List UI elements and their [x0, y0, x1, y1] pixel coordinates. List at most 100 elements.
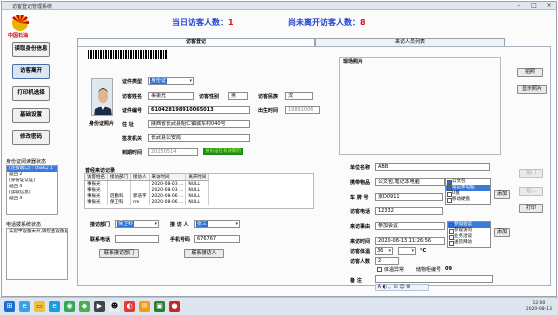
reception-mobile-field[interactable]: 676767 — [194, 235, 240, 243]
ie-icon[interactable]: e — [49, 301, 60, 312]
locker-field[interactable]: 09 — [445, 266, 452, 272]
ethnicity-field[interactable]: 汉 — [285, 92, 313, 100]
address-field[interactable]: 陕西省长武县昭仁镇城东村040号 — [148, 120, 250, 128]
visitor-leave-button[interactable]: 访客离开 — [12, 64, 50, 79]
reception-person-select[interactable]: 张三 ▾ — [194, 220, 240, 228]
show-photo-button[interactable]: 显示照片 — [517, 85, 547, 94]
temperature-select[interactable]: 36 ▾ — [375, 247, 393, 255]
barcode-strip — [88, 50, 168, 59]
disabled-button-2[interactable]: 拍... — [519, 187, 543, 196]
title-bar: 访客登记管理系统 – □ × — [2, 2, 556, 10]
id-photo-label: 身份证照片 — [89, 121, 115, 127]
reception-person-label: 接 访 人 — [170, 222, 189, 228]
list-item[interactable]: 返回 4 — [7, 196, 57, 202]
qq-icon[interactable]: ☻ — [109, 301, 120, 312]
running-app-icon[interactable]: ● — [169, 301, 180, 312]
disabled-button-1[interactable]: 拍门 — [519, 169, 543, 178]
history-table: 访客姓名 接访部门 接访人 来访时间 离开时间 事振光 2020-08-03 ..… — [85, 174, 210, 205]
tab-visitor-list[interactable]: 来访人员列表 — [315, 38, 505, 46]
visitor-name-field[interactable]: 事振光 — [148, 92, 194, 100]
list-item[interactable]: 实验中设备未开,请检查设备是否 — [7, 229, 67, 235]
birth-label: 出生时间 — [258, 108, 279, 114]
visitor-count-field[interactable]: 2 — [375, 257, 399, 265]
printer-select-button[interactable]: 打印机选择 — [12, 86, 50, 101]
plate-label: 车 牌 号 — [350, 195, 369, 201]
list-item[interactable]: 移动硬盘 — [446, 197, 490, 203]
id-reader-status-list[interactable]: [连接端口] : USB口 1 返回 2 [身份证认证] 返回 4 [读取信息]… — [6, 165, 58, 215]
reason-field[interactable]: 参加会议 — [375, 222, 445, 230]
contact-person-button[interactable]: 联系接访人 — [184, 249, 224, 258]
chevron-down-icon: ▾ — [411, 248, 414, 254]
items-checklist[interactable]: 公文包 笔记本电脑 U盘 移动硬盘 — [445, 178, 491, 205]
chevron-down-icon: ▾ — [388, 248, 391, 254]
col-header[interactable]: 接访人 — [130, 174, 150, 181]
input-method-bar[interactable]: A ◐ 。⊙ ☺ ⚙ — [375, 284, 429, 291]
visit-time-field[interactable]: 2020-08-13 11:26:56 — [375, 237, 445, 245]
today-visitor-count: 当日访客人数：1 — [172, 18, 234, 27]
reception-phone-field[interactable] — [115, 235, 159, 243]
basic-settings-button[interactable]: 基础设置 — [12, 108, 50, 123]
remark-label: 备 注 — [350, 278, 362, 284]
app-icon[interactable]: ◆ — [79, 301, 90, 312]
cert-no-label: 证件编号 — [122, 108, 143, 114]
phone-status-list[interactable]: 实验中设备未开,请检查设备是否 — [6, 228, 68, 280]
issuer-field[interactable]: 长武县公安局 — [148, 134, 250, 142]
pending-visitor-count: 尚未离开访客人数：8 — [288, 18, 366, 27]
tab-visitor-register[interactable]: 访客登记 — [77, 38, 315, 46]
birth-field[interactable]: 19891006 — [285, 106, 320, 114]
col-header[interactable]: 离开时间 — [185, 174, 210, 181]
taskbar: ⊞ e ▭ e ◉ ◆ ▶ ☻ ◐ ✉ ▣ ● 12:00 2020-08-13 — [0, 297, 558, 315]
system-clock[interactable]: 12:00 2020-08-13 — [526, 301, 552, 313]
petrochina-logo: 中国石油 — [7, 14, 33, 40]
contact-dept-button[interactable]: 联系接访部门 — [99, 249, 139, 258]
window-title: 访客登记管理系统 — [12, 4, 53, 10]
col-header[interactable]: 接访部门 — [107, 174, 131, 181]
print-button[interactable]: 打印 — [519, 204, 543, 213]
temperature-decimal-select[interactable]: ▾ — [398, 247, 416, 255]
issuer-label: 签发机关 — [122, 136, 143, 142]
start-icon[interactable]: ⊞ — [4, 301, 15, 312]
chevron-down-icon: ▾ — [235, 221, 238, 227]
visitor-name-label: 访客姓名 — [122, 94, 143, 100]
reception-mobile-label: 手机号码 — [170, 237, 191, 243]
app3-icon[interactable]: ✉ — [139, 301, 150, 312]
cert-type-select[interactable]: 身份证 ▾ — [148, 77, 194, 85]
chrome-icon[interactable]: ◉ — [64, 301, 75, 312]
capture-button[interactable]: 拍照 — [517, 68, 543, 77]
reason-checklist[interactable]: 参加会议 参观访问 业务洽谈 送货拜访 — [447, 221, 491, 248]
browser-icon[interactable]: e — [19, 301, 30, 312]
close-button[interactable]: × — [542, 2, 556, 9]
col-header[interactable]: 访客姓名 — [85, 174, 108, 181]
abnormal-temp-checkbox[interactable] — [377, 267, 382, 272]
visitor-phone-field[interactable]: 12332 — [375, 207, 443, 215]
unit-field[interactable]: ABB — [375, 163, 490, 171]
chevron-down-icon: ▾ — [154, 221, 157, 227]
brand-name: 中国石油 — [8, 33, 29, 39]
unit-label: 单位名称 — [350, 165, 371, 171]
app4-icon[interactable]: ▣ — [154, 301, 165, 312]
folder-icon[interactable]: ▭ — [34, 301, 45, 312]
app2-icon[interactable]: ◐ — [124, 301, 135, 312]
maximize-button[interactable]: □ — [527, 2, 541, 9]
phone-status-title: 电话拨系统状态 — [6, 222, 42, 228]
change-password-button[interactable]: 修改密码 — [12, 130, 50, 145]
scene-photo-frame — [339, 57, 501, 155]
list-item[interactable]: 送货拜访 — [448, 240, 490, 246]
read-id-button[interactable]: 读取身份信息 — [12, 42, 50, 57]
id-photo — [91, 78, 113, 116]
locker-label: 储物柜编号 — [416, 267, 442, 273]
add-reason-button[interactable]: 添加 — [494, 228, 510, 237]
items-field[interactable]: 公文包,笔记本电脑 — [375, 178, 445, 186]
media-icon[interactable]: ▶ — [94, 301, 105, 312]
expiry-field[interactable]: 20250514 — [148, 148, 198, 156]
add-item-button[interactable]: 添加 — [494, 190, 510, 199]
address-label: 住 址 — [122, 122, 134, 128]
visitor-count-label: 访客人数 — [350, 259, 371, 265]
reception-dept-select[interactable]: 保卫科 ▾ — [115, 220, 159, 228]
cert-no-field[interactable]: 610428198910065013 — [148, 106, 250, 114]
plate-field[interactable]: 京D0911 — [375, 193, 443, 201]
remark-field[interactable] — [375, 275, 493, 283]
minimize-button[interactable]: – — [512, 2, 526, 9]
gender-field[interactable]: 男 — [228, 92, 248, 100]
table-row[interactable]: 事振光 保卫科 rre 2020-08-06 ... NULL — [85, 199, 210, 205]
